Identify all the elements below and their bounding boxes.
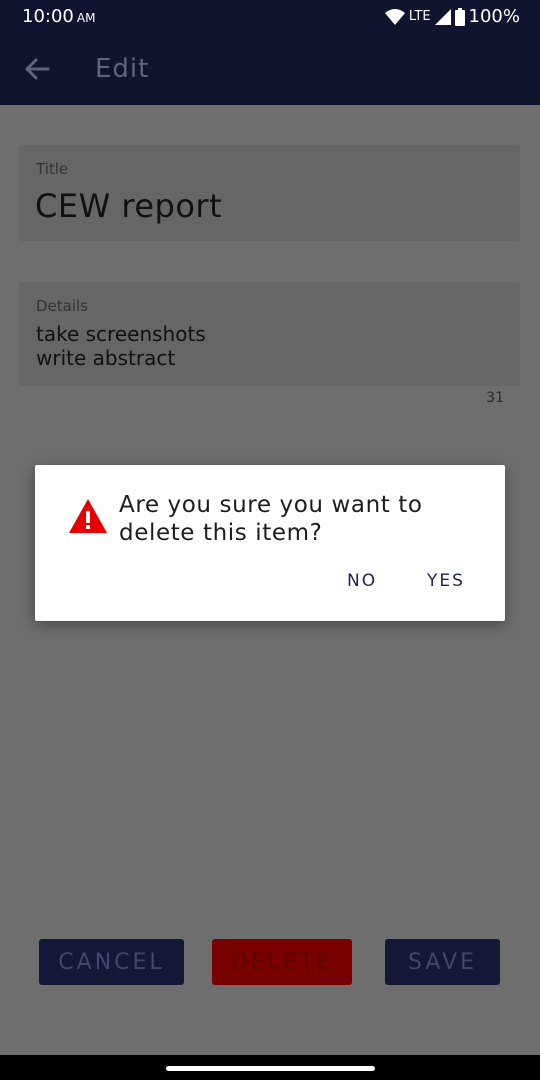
yes-button[interactable]: YES — [427, 571, 465, 591]
delete-confirm-dialog: Are you sure you want to delete this ite… — [35, 465, 505, 621]
title-field-label: Title — [36, 160, 69, 178]
details-input[interactable]: take screenshots write abstract — [36, 322, 206, 370]
wifi-icon — [384, 8, 405, 25]
signal-icon — [434, 8, 451, 25]
title-field[interactable]: Title CEW report — [19, 145, 520, 241]
save-button[interactable]: SAVE — [385, 939, 500, 985]
back-arrow-icon[interactable] — [22, 54, 52, 84]
status-bar: 10:00 AM LTE 100% — [0, 0, 540, 34]
network-type: LTE — [408, 9, 431, 24]
cancel-button[interactable]: CANCEL — [39, 939, 184, 985]
home-gesture-handle[interactable] — [166, 1066, 375, 1071]
app-bar: Edit — [0, 34, 540, 105]
warning-icon — [69, 499, 107, 533]
details-field-label: Details — [36, 297, 89, 315]
character-counter: 31 — [486, 390, 504, 406]
details-line: write abstract — [36, 346, 176, 370]
details-field[interactable]: Details take screenshots write abstract — [19, 282, 520, 386]
clock-ampm: AM — [76, 11, 96, 25]
clock-time: 10:00 — [22, 6, 74, 27]
battery-percent: 100% — [468, 6, 520, 27]
dialog-message: Are you sure you want to delete this ite… — [119, 492, 423, 546]
title-input[interactable]: CEW report — [35, 187, 222, 225]
page-title: Edit — [95, 54, 150, 84]
delete-button[interactable]: DELETE — [212, 939, 352, 985]
no-button[interactable]: NO — [347, 571, 377, 591]
status-time: 10:00 AM — [22, 6, 95, 27]
battery-icon — [454, 7, 465, 26]
navigation-bar — [0, 1055, 540, 1080]
details-line: take screenshots — [36, 322, 206, 346]
status-icons: LTE 100% — [384, 6, 520, 27]
